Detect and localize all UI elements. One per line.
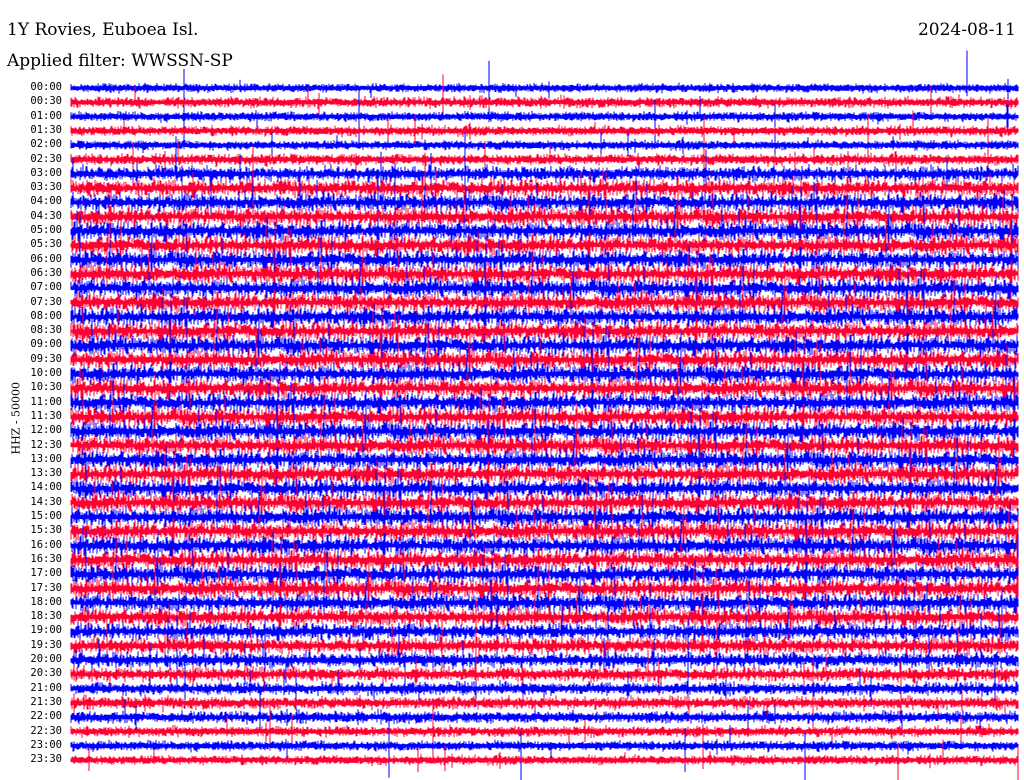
helicorder-plot: [70, 50, 1019, 780]
filter-label: Applied filter: WWSSN-SP: [7, 51, 233, 71]
trace-row-0030: [70, 74, 1019, 116]
trace-row-2300: [70, 715, 1019, 780]
